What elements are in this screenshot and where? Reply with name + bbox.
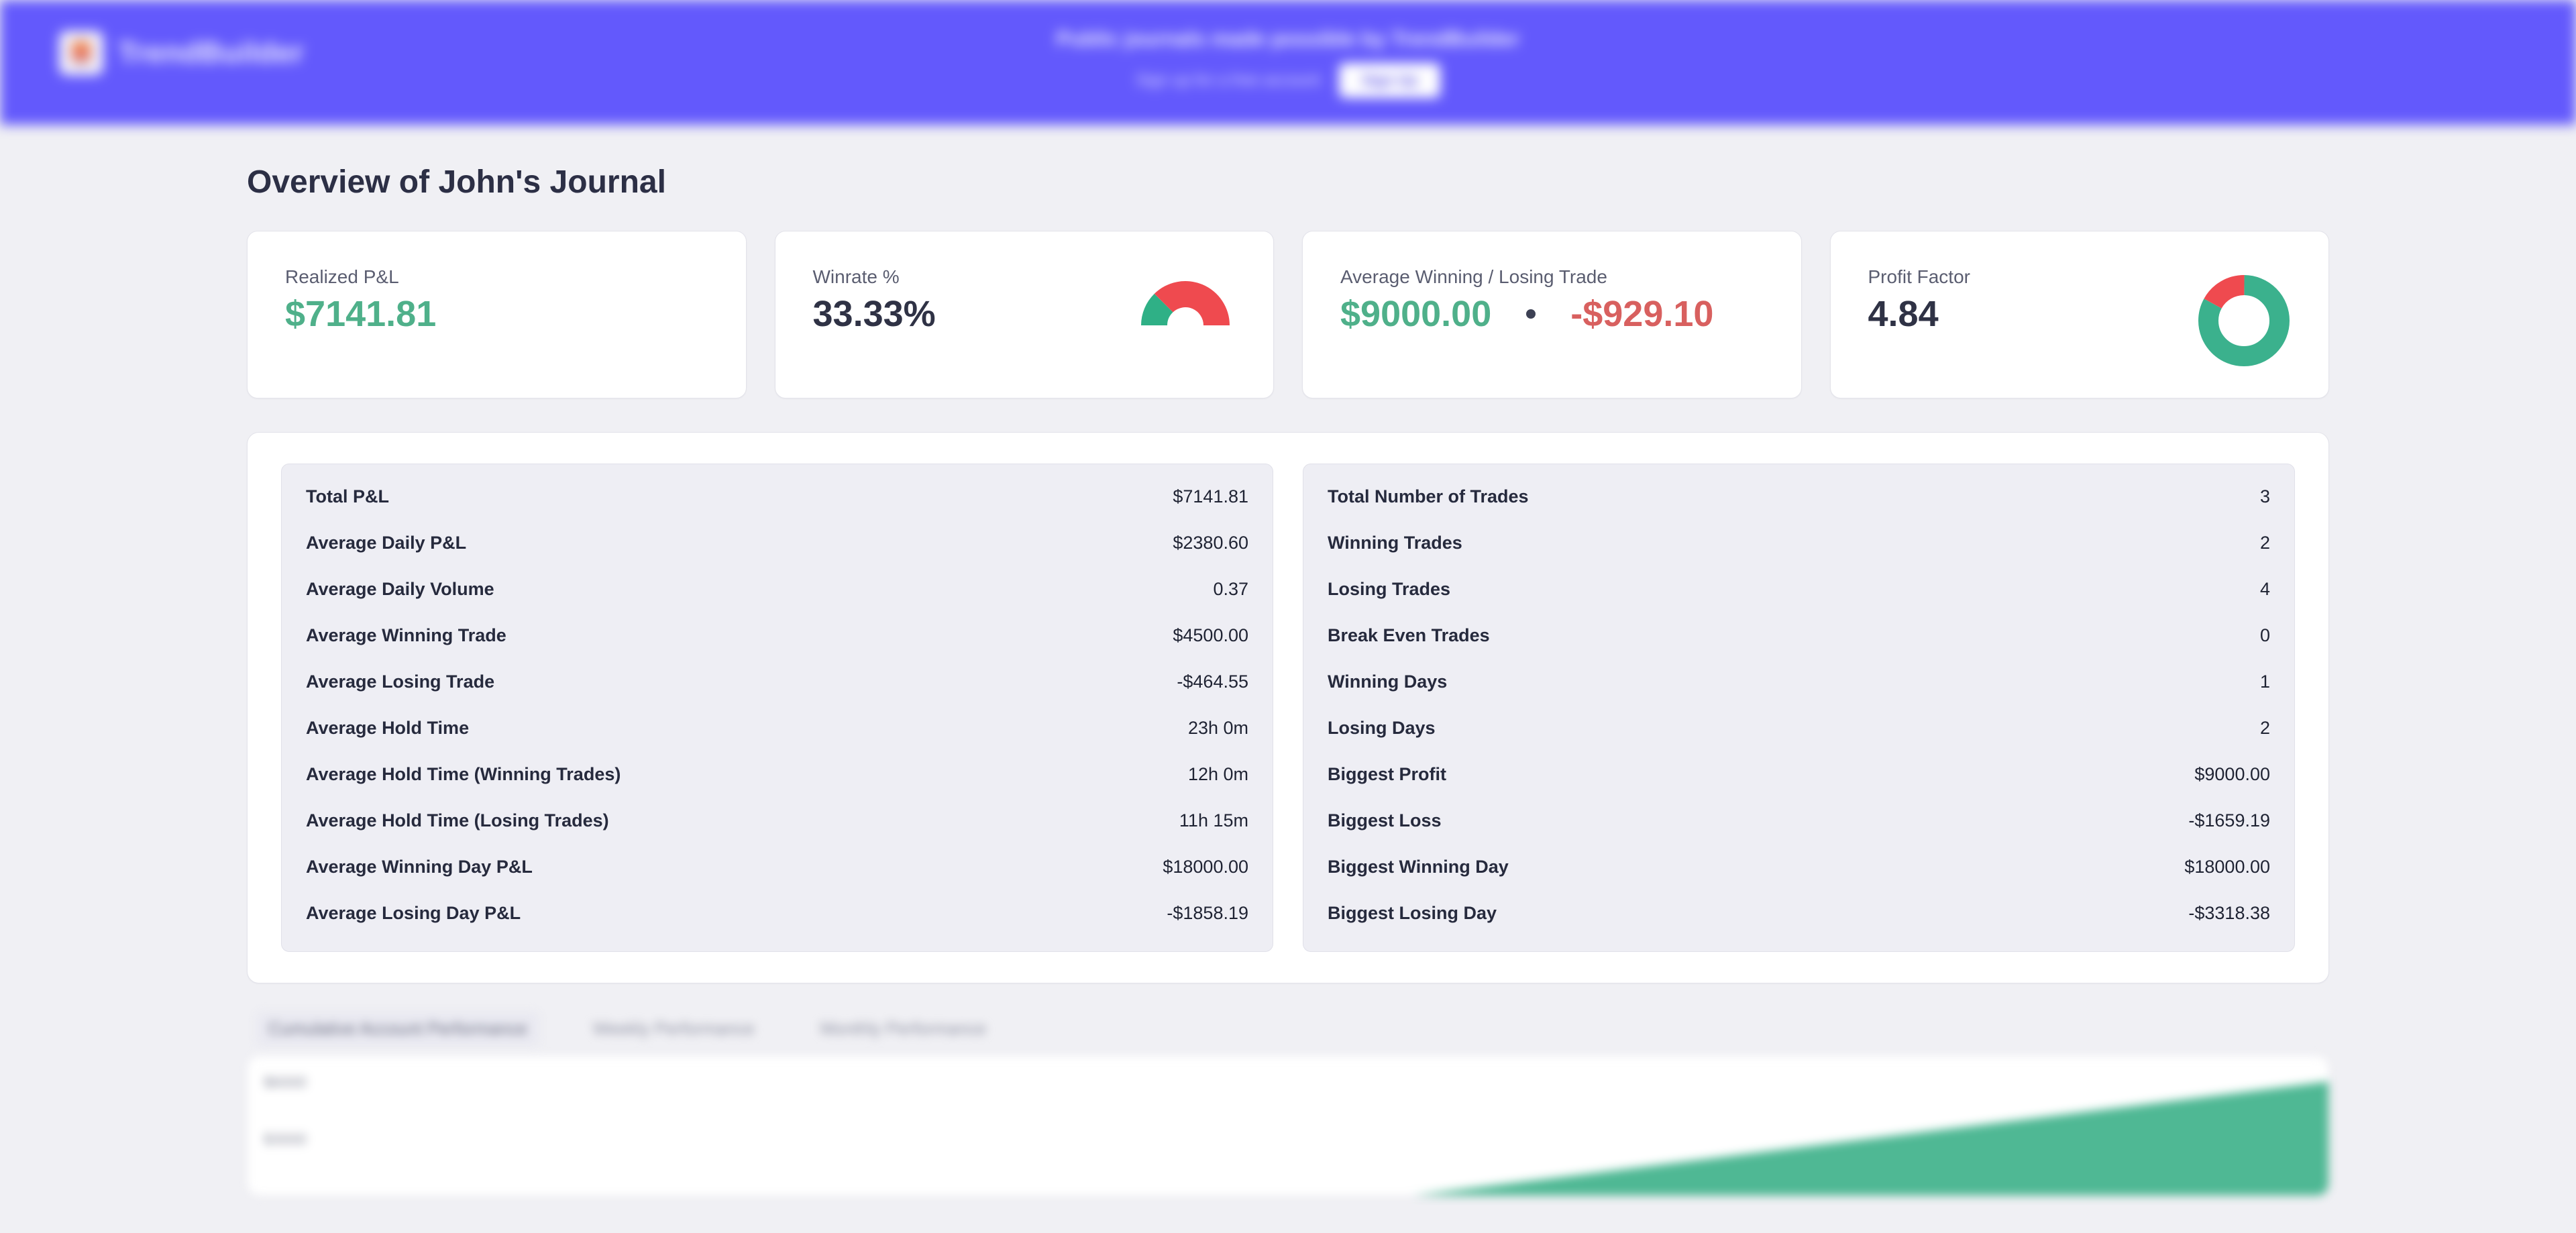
- stat-label: Total Number of Trades: [1328, 486, 1529, 506]
- stat-label: Average Hold Time (Losing Trades): [306, 810, 609, 830]
- page-content: Overview of John's Journal Realized P&L …: [0, 164, 2576, 1196]
- stat-value: -$464.55: [1177, 672, 1248, 692]
- brand-logo[interactable]: TrendBuilder: [59, 31, 304, 75]
- stat-value: $18000.00: [1163, 857, 1248, 877]
- signup-button[interactable]: Sign Up: [1338, 63, 1440, 98]
- stat-value: $9000.00: [2194, 764, 2270, 784]
- performance-tabs: Cumulative Account Performance Weekly Pe…: [247, 1012, 2329, 1046]
- stat-value: 1: [2259, 672, 2270, 692]
- kpi-label: Winrate %: [812, 266, 900, 287]
- kpi-value: $7141.81: [285, 294, 437, 334]
- table-row: Total P&L $7141.81: [306, 474, 1248, 520]
- stat-value: 11h 15m: [1179, 810, 1248, 830]
- table-row: Average Losing Trade -$464.55: [306, 659, 1248, 705]
- promo-title: Public journals made possible by TrendBu…: [1056, 27, 1520, 50]
- stat-label: Average Winning Trade: [306, 625, 506, 645]
- stat-value: 12h 0m: [1187, 764, 1248, 784]
- profit-factor-donut-chart: [2197, 266, 2291, 374]
- stat-label: Average Hold Time (Winning Trades): [306, 764, 621, 784]
- table-row: Losing Days 2: [1328, 705, 2270, 751]
- kpi-card-profit-factor: Profit Factor 4.84: [1829, 231, 2329, 398]
- promo-subtitle: Sign up for a free account: [1136, 71, 1320, 89]
- table-row: Biggest Winning Day $18000.00: [1328, 844, 2270, 890]
- stat-label: Biggest Loss: [1328, 810, 1442, 830]
- kpi-card-realized-pl: Realized P&L $7141.81: [247, 231, 747, 398]
- table-row: Average Hold Time (Winning Trades) 12h 0m: [306, 751, 1248, 798]
- tab-monthly-performance[interactable]: Monthly Performance: [808, 1012, 998, 1046]
- stat-value: $18000.00: [2184, 857, 2270, 877]
- stat-value: 3: [2259, 486, 2270, 506]
- stat-value: 2: [2259, 718, 2270, 738]
- stat-value: -$3318.38: [2188, 903, 2270, 923]
- donut-chart-icon: [2198, 275, 2290, 366]
- brand-name: TrendBuilder: [118, 36, 305, 69]
- table-row: Biggest Profit $9000.00: [1328, 751, 2270, 798]
- table-row: Average Winning Trade $4500.00: [306, 612, 1248, 659]
- stat-label: Average Hold Time: [306, 718, 470, 738]
- table-row: Average Daily Volume 0.37: [306, 566, 1248, 612]
- kpi-value: 4.84: [1868, 294, 1939, 334]
- stat-value: 0.37: [1213, 579, 1248, 599]
- stat-label: Average Losing Day P&L: [306, 903, 521, 923]
- table-row: Break Even Trades 0: [1328, 612, 2270, 659]
- table-row: Average Hold Time (Losing Trades) 11h 15m: [306, 798, 1248, 844]
- stat-label: Biggest Winning Day: [1328, 857, 1509, 877]
- tab-weekly-performance[interactable]: Weekly Performance: [581, 1012, 767, 1046]
- table-row: Biggest Losing Day -$3318.38: [1328, 890, 2270, 936]
- equity-area-series: [1413, 1081, 2328, 1195]
- stat-value: -$1659.19: [2188, 810, 2270, 830]
- stat-value: -$1858.19: [1167, 903, 1248, 923]
- stat-value: 4: [2259, 579, 2270, 599]
- winrate-gauge-chart: [1135, 266, 1236, 335]
- table-row: Total Number of Trades 3: [1328, 474, 2270, 520]
- kpi-label: Profit Factor: [1868, 266, 1970, 287]
- table-row: Average Winning Day P&L $18000.00: [306, 844, 1248, 890]
- kpi-card-winrate: Winrate % 33.33%: [774, 231, 1274, 398]
- kpi-value: 33.33%: [812, 294, 936, 334]
- kpi-value-losing: -$929.10: [1570, 294, 1714, 334]
- trendbuilder-logo-icon: [59, 31, 103, 75]
- stat-value: $2380.60: [1173, 533, 1248, 553]
- stat-label: Losing Days: [1328, 718, 1436, 738]
- stat-label: Winning Trades: [1328, 533, 1462, 553]
- stats-column-left: Total P&L $7141.81 Average Daily P&L $2380…: [281, 464, 1273, 952]
- stat-value: $7141.81: [1173, 486, 1248, 506]
- cumulative-performance-chart: $6000 $3000: [247, 1055, 2329, 1196]
- stat-label: Average Daily Volume: [306, 579, 494, 599]
- dot-separator-icon: [1526, 309, 1536, 319]
- stat-label: Biggest Losing Day: [1328, 903, 1497, 923]
- tab-cumulative-account-performance[interactable]: Cumulative Account Performance: [256, 1012, 539, 1046]
- half-donut-gauge-icon: [1141, 281, 1230, 325]
- stat-label: Total P&L: [306, 486, 389, 506]
- kpi-value-winning: $9000.00: [1340, 294, 1492, 334]
- table-row: Average Daily P&L $2380.60: [306, 520, 1248, 566]
- stat-label: Losing Trades: [1328, 579, 1451, 599]
- table-row: Losing Trades 4: [1328, 566, 2270, 612]
- promo-banner: Public journals made possible by TrendBu…: [0, 0, 2576, 125]
- stat-label: Winning Days: [1328, 672, 1448, 692]
- table-row: Average Hold Time 23h 0m: [306, 705, 1248, 751]
- kpi-label: Realized P&L: [285, 266, 399, 287]
- table-row: Average Losing Day P&L -$1858.19: [306, 890, 1248, 936]
- page-title: Overview of John's Journal: [247, 164, 666, 200]
- table-row: Winning Days 1: [1328, 659, 2270, 705]
- table-row: Biggest Loss -$1659.19: [1328, 798, 2270, 844]
- stat-value: 23h 0m: [1187, 718, 1248, 738]
- stat-value: 2: [2259, 533, 2270, 553]
- stat-label: Average Daily P&L: [306, 533, 467, 553]
- kpi-label: Average Winning / Losing Trade: [1340, 266, 1607, 287]
- stat-label: Break Even Trades: [1328, 625, 1490, 645]
- stat-label: Average Winning Day P&L: [306, 857, 533, 877]
- stat-label: Biggest Profit: [1328, 764, 1447, 784]
- stats-column-right: Total Number of Trades 3 Winning Trades 2 …: [1303, 464, 2295, 952]
- stat-value: 0: [2259, 625, 2270, 645]
- stat-label: Average Losing Trade: [306, 672, 495, 692]
- stat-value: $4500.00: [1173, 625, 1248, 645]
- statistics-panel: Total P&L $7141.81 Average Daily P&L $2380…: [247, 432, 2329, 983]
- table-row: Winning Trades 2: [1328, 520, 2270, 566]
- kpi-card-avg-win-loss-trade: Average Winning / Losing Trade $9000.00 …: [1302, 231, 1802, 398]
- kpi-card-row: Realized P&L $7141.81 Winrate % 33.33% A…: [247, 231, 2329, 398]
- promo-message: Public journals made possible by TrendBu…: [1056, 27, 1520, 98]
- performance-chart-section: Cumulative Account Performance Weekly Pe…: [247, 1012, 2329, 1196]
